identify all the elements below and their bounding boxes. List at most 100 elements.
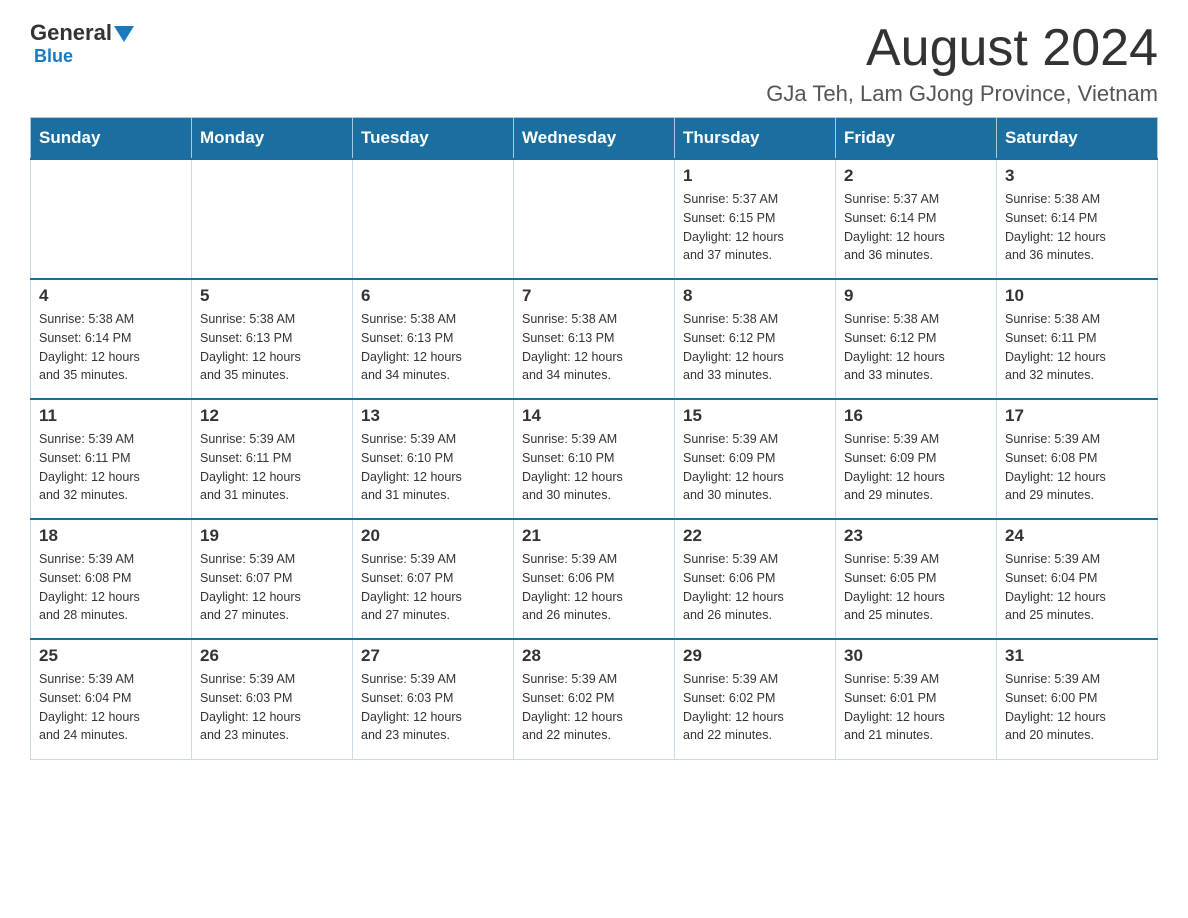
week-row-3: 11Sunrise: 5:39 AMSunset: 6:11 PMDayligh… [31, 399, 1158, 519]
calendar-cell: 3Sunrise: 5:38 AMSunset: 6:14 PMDaylight… [997, 159, 1158, 279]
calendar-body: 1Sunrise: 5:37 AMSunset: 6:15 PMDaylight… [31, 159, 1158, 759]
day-info: Sunrise: 5:39 AMSunset: 6:10 PMDaylight:… [522, 430, 666, 505]
day-info: Sunrise: 5:39 AMSunset: 6:09 PMDaylight:… [844, 430, 988, 505]
logo-triangle-icon [114, 26, 134, 42]
day-number: 8 [683, 286, 827, 306]
calendar-cell: 31 Sunrise: 5:39 AMSunset: 6:00 PMDayligh… [997, 639, 1158, 759]
week-row-2: 4 Sunrise: 5:38 AMSunset: 6:14 PMDaylight… [31, 279, 1158, 399]
day-info: Sunrise: 5:39 AMSunset: 6:03 PMDaylight:… [361, 670, 505, 745]
day-info: Sunrise: 5:39 AMSunset: 6:02 PMDaylight:… [683, 670, 827, 745]
header-day-thursday: Thursday [675, 118, 836, 160]
day-info: Sunrise: 5:39 AMSunset: 6:07 PMDaylight:… [361, 550, 505, 625]
day-number: 14 [522, 406, 666, 426]
day-number: 23 [844, 526, 988, 546]
calendar-cell: 7 Sunrise: 5:38 AMSunset: 6:13 PMDaylight… [514, 279, 675, 399]
day-number: 26 [200, 646, 344, 666]
calendar-cell: 19 Sunrise: 5:39 AMSunset: 6:07 PMDayligh… [192, 519, 353, 639]
day-info: Sunrise: 5:38 AMSunset: 6:11 PMDaylight:… [1005, 310, 1149, 385]
day-info: Sunrise: 5:39 AMSunset: 6:11 PMDaylight:… [200, 430, 344, 505]
calendar-cell: 25Sunrise: 5:39 AMSunset: 6:04 PMDayligh… [31, 639, 192, 759]
day-number: 31 [1005, 646, 1149, 666]
day-number: 20 [361, 526, 505, 546]
header-day-monday: Monday [192, 118, 353, 160]
calendar-cell: 15 Sunrise: 5:39 AMSunset: 6:09 PMDayligh… [675, 399, 836, 519]
calendar-cell [514, 159, 675, 279]
day-number: 1 [683, 166, 827, 186]
day-number: 21 [522, 526, 666, 546]
day-number: 7 [522, 286, 666, 306]
day-info: Sunrise: 5:37 AMSunset: 6:14 PMDaylight:… [844, 190, 988, 265]
calendar-cell: 28 Sunrise: 5:39 AMSunset: 6:02 PMDayligh… [514, 639, 675, 759]
calendar-cell: 9 Sunrise: 5:38 AMSunset: 6:12 PMDaylight… [836, 279, 997, 399]
calendar-cell: 22 Sunrise: 5:39 AMSunset: 6:06 PMDayligh… [675, 519, 836, 639]
calendar-cell: 27 Sunrise: 5:39 AMSunset: 6:03 PMDayligh… [353, 639, 514, 759]
calendar-title: August 2024 [766, 20, 1158, 77]
day-number: 9 [844, 286, 988, 306]
day-info: Sunrise: 5:39 AMSunset: 6:11 PMDaylight:… [39, 430, 183, 505]
header-day-tuesday: Tuesday [353, 118, 514, 160]
day-info: Sunrise: 5:38 AMSunset: 6:12 PMDaylight:… [844, 310, 988, 385]
day-info: Sunrise: 5:39 AMSunset: 6:04 PMDaylight:… [39, 670, 183, 745]
week-row-5: 25Sunrise: 5:39 AMSunset: 6:04 PMDayligh… [31, 639, 1158, 759]
day-number: 27 [361, 646, 505, 666]
header-day-saturday: Saturday [997, 118, 1158, 160]
day-info: Sunrise: 5:39 AMSunset: 6:01 PMDaylight:… [844, 670, 988, 745]
day-info: Sunrise: 5:39 AMSunset: 6:09 PMDaylight:… [683, 430, 827, 505]
day-number: 17 [1005, 406, 1149, 426]
calendar-cell: 2Sunrise: 5:37 AMSunset: 6:14 PMDaylight… [836, 159, 997, 279]
calendar-cell: 21 Sunrise: 5:39 AMSunset: 6:06 PMDayligh… [514, 519, 675, 639]
day-number: 18 [39, 526, 183, 546]
day-info: Sunrise: 5:39 AMSunset: 6:08 PMDaylight:… [39, 550, 183, 625]
header-day-wednesday: Wednesday [514, 118, 675, 160]
calendar-cell: 13 Sunrise: 5:39 AMSunset: 6:10 PMDayligh… [353, 399, 514, 519]
day-number: 12 [200, 406, 344, 426]
calendar-header: SundayMondayTuesdayWednesdayThursdayFrid… [31, 118, 1158, 160]
day-number: 4 [39, 286, 183, 306]
day-number: 19 [200, 526, 344, 546]
calendar-cell: 4 Sunrise: 5:38 AMSunset: 6:14 PMDaylight… [31, 279, 192, 399]
calendar-cell: 6 Sunrise: 5:38 AMSunset: 6:13 PMDaylight… [353, 279, 514, 399]
week-row-4: 18 Sunrise: 5:39 AMSunset: 6:08 PMDayligh… [31, 519, 1158, 639]
day-info: Sunrise: 5:38 AMSunset: 6:12 PMDaylight:… [683, 310, 827, 385]
day-info: Sunrise: 5:39 AMSunset: 6:10 PMDaylight:… [361, 430, 505, 505]
day-number: 15 [683, 406, 827, 426]
calendar-cell: 5Sunrise: 5:38 AMSunset: 6:13 PMDaylight… [192, 279, 353, 399]
day-number: 22 [683, 526, 827, 546]
day-number: 16 [844, 406, 988, 426]
calendar-cell: 20 Sunrise: 5:39 AMSunset: 6:07 PMDayligh… [353, 519, 514, 639]
calendar-cell: 16 Sunrise: 5:39 AMSunset: 6:09 PMDayligh… [836, 399, 997, 519]
day-number: 13 [361, 406, 505, 426]
day-info: Sunrise: 5:38 AMSunset: 6:13 PMDaylight:… [522, 310, 666, 385]
logo: General Blue [30, 20, 134, 67]
day-info: Sunrise: 5:39 AMSunset: 6:07 PMDaylight:… [200, 550, 344, 625]
header-day-friday: Friday [836, 118, 997, 160]
day-info: Sunrise: 5:39 AMSunset: 6:04 PMDaylight:… [1005, 550, 1149, 625]
calendar-title-block: August 2024 GJa Teh, Lam GJong Province,… [766, 20, 1158, 107]
week-row-1: 1Sunrise: 5:37 AMSunset: 6:15 PMDaylight… [31, 159, 1158, 279]
calendar-cell [353, 159, 514, 279]
calendar-cell: 29 Sunrise: 5:39 AMSunset: 6:02 PMDayligh… [675, 639, 836, 759]
day-info: Sunrise: 5:39 AMSunset: 6:00 PMDaylight:… [1005, 670, 1149, 745]
day-info: Sunrise: 5:39 AMSunset: 6:06 PMDaylight:… [522, 550, 666, 625]
day-number: 10 [1005, 286, 1149, 306]
day-number: 6 [361, 286, 505, 306]
calendar-cell: 17Sunrise: 5:39 AMSunset: 6:08 PMDayligh… [997, 399, 1158, 519]
calendar-cell: 14 Sunrise: 5:39 AMSunset: 6:10 PMDayligh… [514, 399, 675, 519]
day-info: Sunrise: 5:39 AMSunset: 6:02 PMDaylight:… [522, 670, 666, 745]
calendar-cell: 26Sunrise: 5:39 AMSunset: 6:03 PMDayligh… [192, 639, 353, 759]
day-info: Sunrise: 5:39 AMSunset: 6:05 PMDaylight:… [844, 550, 988, 625]
calendar-cell: 11Sunrise: 5:39 AMSunset: 6:11 PMDayligh… [31, 399, 192, 519]
day-info: Sunrise: 5:38 AMSunset: 6:13 PMDaylight:… [361, 310, 505, 385]
day-info: Sunrise: 5:38 AMSunset: 6:14 PMDaylight:… [39, 310, 183, 385]
calendar-cell: 10 Sunrise: 5:38 AMSunset: 6:11 PMDayligh… [997, 279, 1158, 399]
calendar-cell: 24Sunrise: 5:39 AMSunset: 6:04 PMDayligh… [997, 519, 1158, 639]
page-header: General Blue August 2024 GJa Teh, Lam GJ… [30, 20, 1158, 107]
calendar-subtitle: GJa Teh, Lam GJong Province, Vietnam [766, 81, 1158, 107]
calendar-cell: 18 Sunrise: 5:39 AMSunset: 6:08 PMDayligh… [31, 519, 192, 639]
logo-blue-text: Blue [34, 46, 73, 67]
day-number: 28 [522, 646, 666, 666]
header-day-sunday: Sunday [31, 118, 192, 160]
calendar-cell [192, 159, 353, 279]
day-info: Sunrise: 5:39 AMSunset: 6:06 PMDaylight:… [683, 550, 827, 625]
day-number: 29 [683, 646, 827, 666]
